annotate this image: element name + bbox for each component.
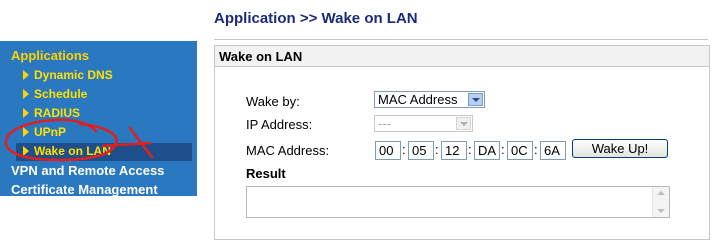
sidebar-section-applications[interactable]: Applications: [11, 48, 89, 63]
triangle-right-icon: [23, 89, 29, 99]
ip-address-select[interactable]: ---: [374, 115, 473, 132]
mac-octet-3[interactable]: 12: [441, 141, 467, 160]
result-scrollbar[interactable]: [652, 187, 669, 217]
title-divider: [214, 39, 708, 40]
chevron-down-icon: [468, 93, 483, 106]
mac-separator: :: [402, 142, 406, 157]
mac-octet-1[interactable]: 00: [375, 141, 401, 160]
triangle-right-icon: [23, 70, 29, 80]
scroll-down-icon: [657, 209, 665, 213]
result-textarea[interactable]: [246, 186, 670, 218]
mac-octet-4[interactable]: DA: [474, 141, 500, 160]
panel-title: Wake on LAN: [219, 49, 303, 64]
triangle-right-icon: [23, 127, 29, 137]
sidebar-item-upnp[interactable]: UPnP: [23, 125, 66, 139]
mac-separator: :: [435, 142, 439, 157]
ip-address-label: IP Address:: [246, 117, 313, 132]
panel-header: Wake on LAN: [215, 46, 709, 67]
mac-separator: :: [534, 142, 538, 157]
mac-separator: :: [501, 142, 505, 157]
mac-separator: :: [468, 142, 472, 157]
wake-up-button[interactable]: Wake Up!: [572, 139, 668, 158]
sidebar-item-dynamic-dns[interactable]: Dynamic DNS: [23, 68, 113, 82]
mac-octet-5[interactable]: 0C: [507, 141, 533, 160]
sidebar-item-radius[interactable]: RADIUS: [23, 106, 80, 120]
triangle-right-icon: [23, 146, 29, 156]
mac-address-label: MAC Address:: [246, 143, 330, 158]
sidebar: Applications Dynamic DNS Schedule RADIUS…: [0, 41, 197, 196]
result-label: Result: [246, 166, 286, 181]
mac-octet-2[interactable]: 05: [408, 141, 434, 160]
sidebar-item-wake-on-lan[interactable]: Wake on LAN: [23, 144, 111, 158]
sidebar-item-schedule[interactable]: Schedule: [23, 87, 87, 101]
triangle-right-icon: [23, 108, 29, 118]
wake-by-select[interactable]: MAC Address: [374, 91, 485, 108]
wake-by-value: MAC Address: [378, 92, 458, 107]
ip-address-value: ---: [378, 116, 391, 131]
scroll-up-icon: [657, 191, 665, 195]
page-title: Application >> Wake on LAN: [214, 10, 418, 27]
wake-by-label: Wake by:: [246, 94, 300, 109]
sidebar-group-vpn[interactable]: VPN and Remote Access: [11, 163, 164, 178]
mac-octet-6[interactable]: 6A: [540, 141, 566, 160]
sidebar-group-certificate[interactable]: Certificate Management: [11, 182, 158, 196]
chevron-down-icon: [456, 117, 471, 130]
